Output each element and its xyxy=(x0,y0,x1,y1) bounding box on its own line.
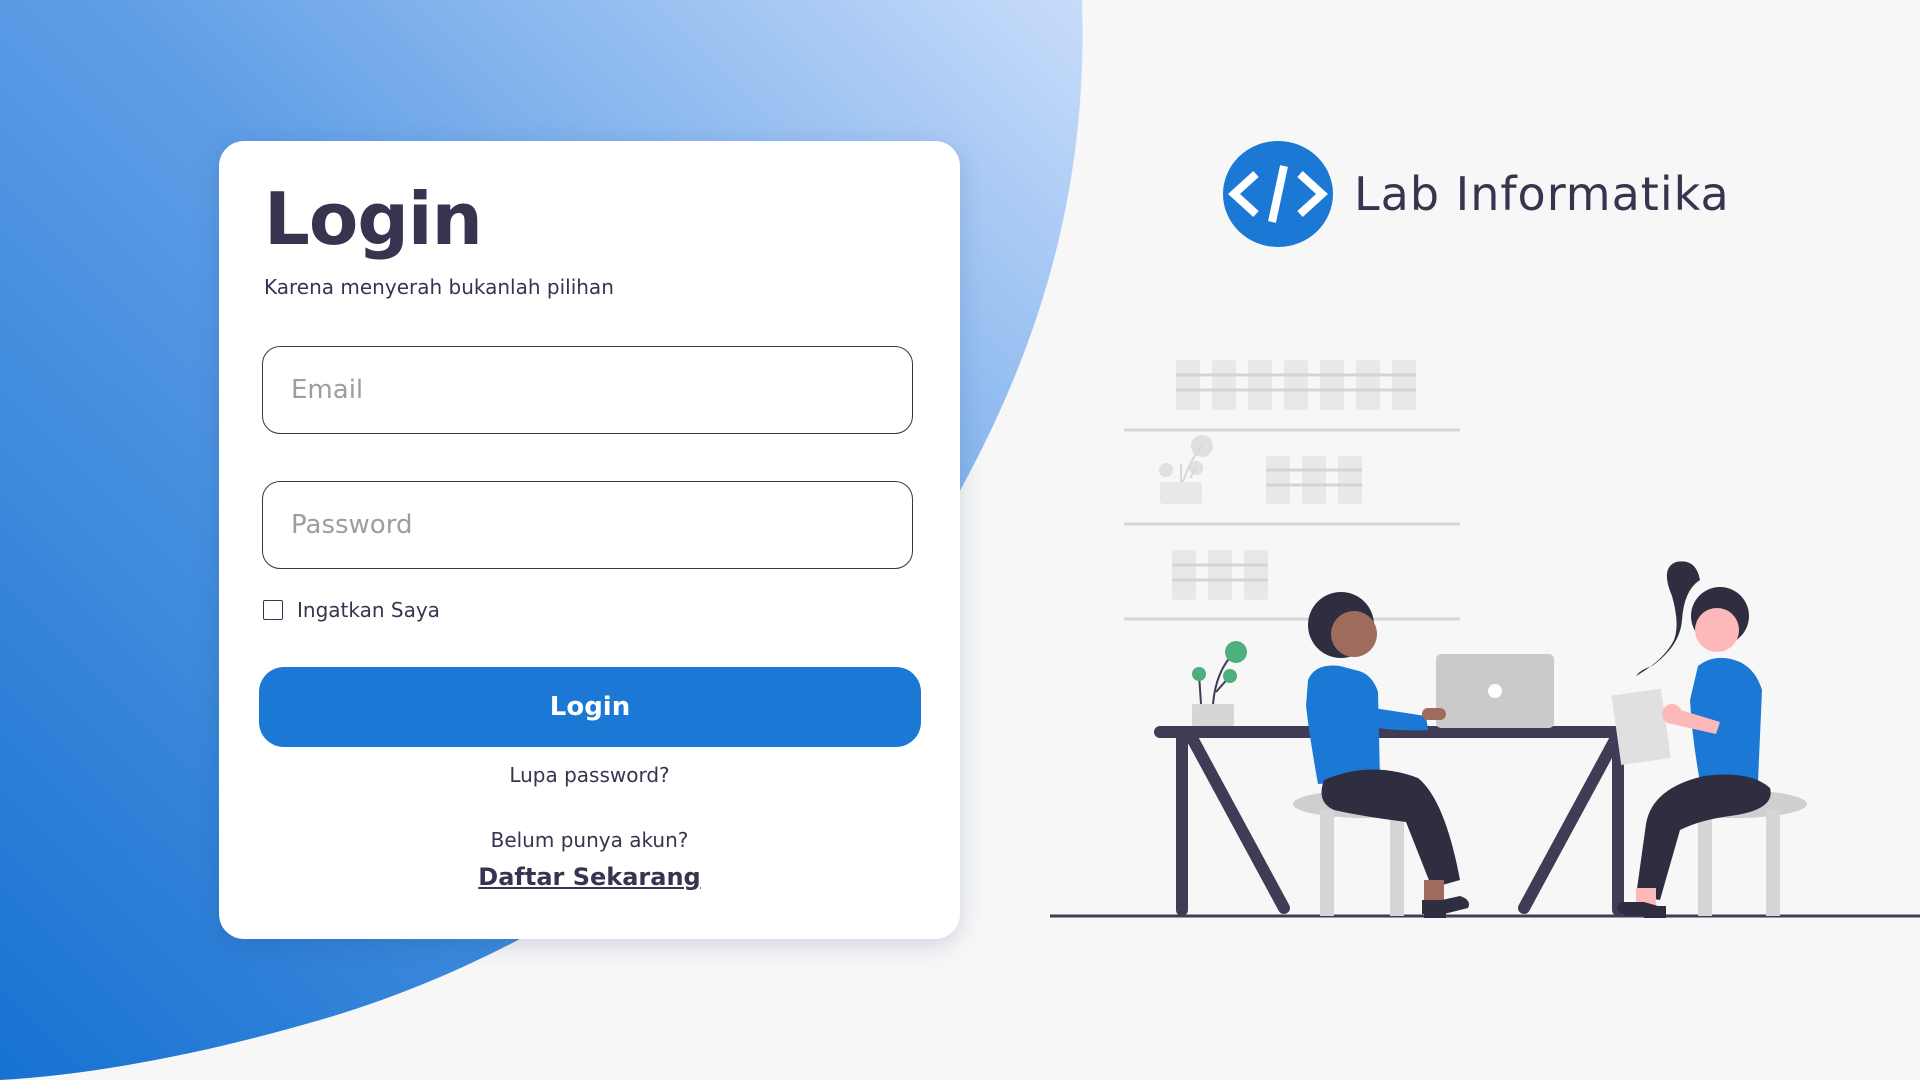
no-account-text: Belum punya akun? xyxy=(490,828,689,852)
remember-me-checkbox[interactable] xyxy=(263,600,283,620)
page-title: Login xyxy=(264,177,483,261)
login-subtitle: Karena menyerah bukanlah pilihan xyxy=(264,275,614,299)
people-working-illustration xyxy=(1050,360,1920,918)
code-brackets-icon xyxy=(1223,141,1333,247)
remember-me-label: Ingatkan Saya xyxy=(297,598,440,622)
login-button[interactable]: Login xyxy=(259,667,921,747)
remember-me-toggle[interactable]: Ingatkan Saya xyxy=(263,598,440,622)
forgot-password-link[interactable]: Lupa password? xyxy=(219,763,960,787)
register-link[interactable]: Daftar Sekarang xyxy=(219,863,960,891)
email-field[interactable] xyxy=(262,346,913,434)
brand-logo: Lab Informatika xyxy=(1222,140,1730,248)
password-field[interactable] xyxy=(262,481,913,569)
login-card: Login Karena menyerah bukanlah pilihan I… xyxy=(219,141,960,939)
brand-name: Lab Informatika xyxy=(1354,167,1730,221)
